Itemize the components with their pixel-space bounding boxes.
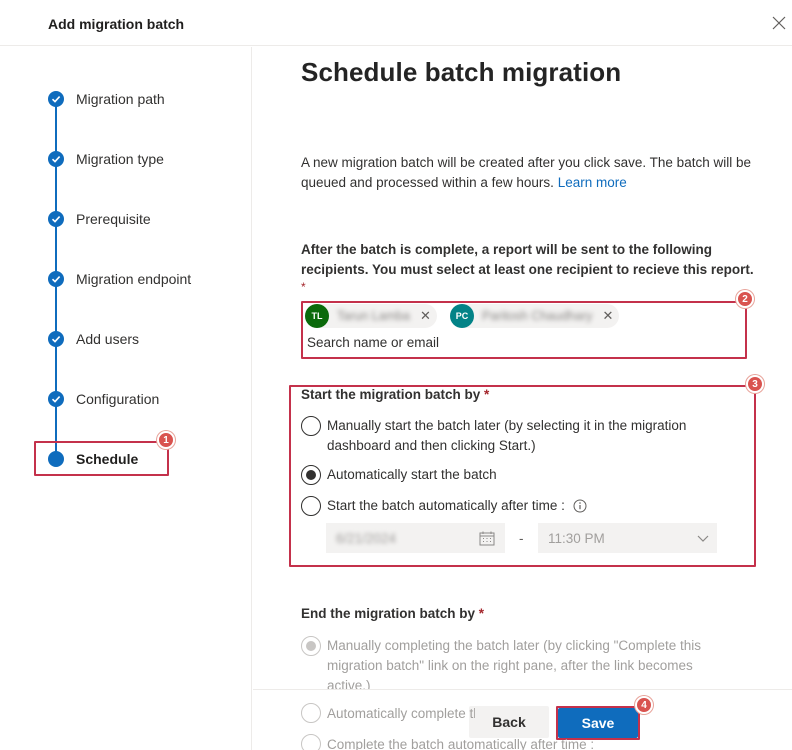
- checkmark-icon: [48, 211, 64, 227]
- step-prerequisite[interactable]: Prerequisite: [48, 209, 151, 229]
- step-migration-type[interactable]: Migration type: [48, 149, 164, 169]
- close-icon[interactable]: [770, 14, 788, 32]
- checkmark-icon: [48, 151, 64, 167]
- callout-badge-2: 2: [736, 290, 754, 308]
- current-step-dot-icon: [48, 451, 64, 467]
- learn-more-link[interactable]: Learn more: [558, 175, 627, 190]
- main-panel: Schedule batch migration A new migration…: [253, 47, 792, 689]
- step-migration-endpoint[interactable]: Migration endpoint: [48, 269, 191, 289]
- dialog-header: Add migration batch: [0, 0, 792, 46]
- radio-button[interactable]: [301, 636, 321, 656]
- required-mark: *: [478, 606, 485, 621]
- step-label: Migration endpoint: [76, 271, 192, 287]
- checkmark-icon: [48, 91, 64, 107]
- dialog-footer: Back Save 4: [253, 689, 792, 750]
- step-label: Migration path: [76, 91, 165, 107]
- callout-badge-3: 3: [746, 375, 764, 393]
- step-label: Configuration: [76, 391, 160, 407]
- step-migration-path[interactable]: Migration path: [48, 89, 165, 109]
- callout-box-start: [289, 385, 756, 567]
- intro-body: A new migration batch will be created af…: [301, 155, 751, 190]
- callout-box-recipients: [301, 301, 747, 359]
- step-label: Migration type: [76, 151, 164, 167]
- steps-sidebar: Migration path Migration type Prerequisi…: [0, 47, 252, 750]
- callout-badge-1: 1: [157, 431, 175, 449]
- checkmark-icon: [48, 391, 64, 407]
- radio-end-manually[interactable]: Manually completing the batch later (by …: [301, 636, 731, 689]
- dialog-title: Add migration batch: [48, 16, 185, 32]
- back-button[interactable]: Back: [469, 706, 549, 738]
- callout-badge-4: 4: [635, 696, 653, 714]
- radio-label: Manually completing the batch later (by …: [327, 638, 701, 689]
- required-mark: *: [301, 280, 306, 294]
- step-label: Add users: [76, 331, 140, 347]
- end-label-text: End the migration batch by: [301, 606, 476, 621]
- intro-text: A new migration batch will be created af…: [301, 153, 761, 193]
- callout-box-save: [556, 706, 640, 740]
- end-batch-label: End the migration batch by *: [301, 606, 484, 621]
- report-recipients-label: After the batch is complete, a report wi…: [301, 242, 754, 277]
- page-title: Schedule batch migration: [301, 57, 622, 87]
- step-label: Prerequisite: [76, 211, 151, 227]
- step-configuration[interactable]: Configuration: [48, 389, 159, 409]
- checkmark-icon: [48, 331, 64, 347]
- checkmark-icon: [48, 271, 64, 287]
- step-add-users[interactable]: Add users: [48, 329, 139, 349]
